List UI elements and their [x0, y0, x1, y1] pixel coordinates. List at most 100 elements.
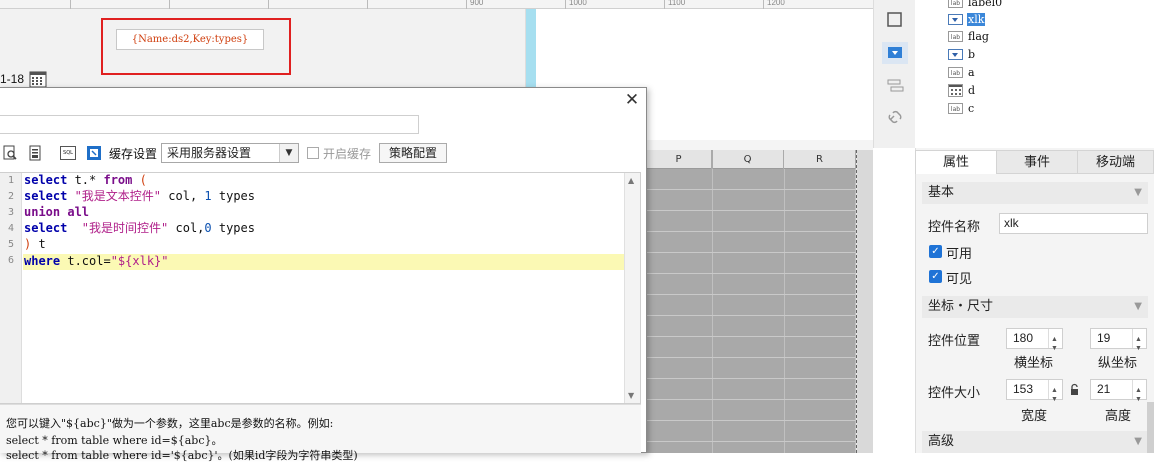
widget-name-input[interactable]: xlk — [999, 213, 1148, 234]
scroll-up-icon[interactable]: ▲ — [628, 176, 634, 185]
close-icon[interactable]: ✕ — [624, 92, 640, 109]
hint-text: 您可以键入"${abc}"做为一个参数，这里abc是参数的名称。例如: — [6, 417, 334, 430]
dropdown-widget-icon — [948, 14, 963, 25]
section-advanced-header[interactable]: 高级 ▼ — [922, 431, 1148, 453]
chevron-down-icon[interactable]: ▼ — [279, 144, 298, 162]
lock-icon[interactable] — [1069, 383, 1080, 396]
tree-item[interactable]: lab a — [948, 64, 976, 81]
tree-item-selected[interactable]: xlk — [948, 11, 986, 28]
dataset-name-input[interactable] — [0, 115, 419, 134]
visible-checkbox[interactable]: ✓ — [929, 270, 942, 283]
label-widget-icon: lab — [948, 67, 963, 78]
tab-mobile[interactable]: 移动端 — [1077, 150, 1154, 174]
strategy-config-button[interactable]: 策略配置 — [379, 143, 447, 163]
ruler-mark: 900 — [470, 0, 484, 7]
y-caption: 纵坐标 — [1098, 356, 1138, 371]
ruler-tick — [565, 0, 566, 9]
tree-item[interactable]: lab flag — [948, 28, 990, 45]
sql-format-icon[interactable]: SQL — [60, 146, 76, 160]
enabled-checkbox[interactable]: ✓ — [929, 245, 942, 258]
cache-setting-select[interactable]: 采用服务器设置 ▼ — [161, 143, 299, 163]
stored-query-icon[interactable] — [86, 145, 102, 161]
x-caption: 横坐标 — [1014, 356, 1054, 371]
frame-tool-icon[interactable] — [882, 9, 908, 31]
stepper-arrows-icon[interactable]: ▲ ▼ — [1132, 380, 1146, 403]
code-line-3[interactable]: union all — [24, 204, 89, 220]
column-header-p[interactable]: P — [646, 150, 712, 169]
sql-editor[interactable] — [0, 172, 641, 404]
stepper-arrows-icon[interactable]: ▲ ▼ — [1048, 329, 1062, 352]
code-line-6[interactable]: where t.col="${xlk}" — [24, 253, 169, 269]
tree-item[interactable]: d — [948, 82, 976, 99]
layer-tool-icon[interactable] — [882, 75, 908, 97]
dropdown-tool-icon[interactable] — [882, 42, 908, 64]
column-header-r[interactable]: R — [784, 150, 856, 169]
param-label-widget[interactable]: {Name:ds2,Key:types} — [116, 29, 264, 50]
line-number: 3 — [7, 207, 14, 218]
chevron-down-icon: ▼ — [1134, 436, 1142, 447]
ruler-mark: 1000 — [569, 0, 587, 7]
code-line-2[interactable]: select "我是文本控件" col, 1 types — [24, 188, 255, 204]
tab-properties[interactable]: 属性 — [915, 150, 997, 174]
editor-scrollbar[interactable]: ▲ ▼ — [624, 173, 640, 403]
line-number: 6 — [7, 255, 14, 266]
dialog-toolbar: SQL — [0, 142, 641, 166]
position-y-stepper[interactable]: 19 ▲ ▼ — [1090, 328, 1147, 352]
cache-setting-label: 缓存设置 — [109, 147, 158, 161]
horizontal-ruler: 900 1000 1100 1200 — [0, 0, 873, 9]
section-basic-header[interactable]: 基本 ▼ — [922, 182, 1148, 204]
ruler-tick — [763, 0, 764, 9]
ruler-tick — [466, 0, 467, 9]
width-stepper[interactable]: 153 ▲ ▼ — [1006, 379, 1063, 403]
ruler-mark: 1100 — [668, 0, 686, 7]
line-number: 4 — [7, 223, 14, 234]
label-widget-icon: lab — [948, 103, 963, 114]
column-header-q[interactable]: Q — [712, 150, 784, 169]
tree-item[interactable]: lab label0 — [948, 0, 1003, 11]
tree-item-label: d — [968, 84, 976, 97]
visible-label: 可见 — [946, 272, 973, 287]
database-icon[interactable] — [27, 145, 43, 161]
sheet-cell-grid[interactable] — [646, 169, 856, 453]
line-number: 1 — [7, 175, 14, 186]
enable-cache-checkbox[interactable] — [307, 147, 319, 159]
sheet-column-header: P Q R — [646, 150, 856, 169]
line-number-gutter: 1 2 3 4 5 6 — [0, 173, 22, 403]
width-value: 153 — [1013, 382, 1034, 396]
sheet-right-margin — [857, 150, 873, 453]
tree-item-label: flag — [968, 30, 989, 43]
tree-item[interactable]: b — [948, 46, 976, 63]
link-icon[interactable] — [882, 106, 908, 128]
code-line-1[interactable]: select t.* from ( — [24, 172, 147, 188]
label-widget-icon: lab — [948, 31, 963, 42]
section-title: 坐标・尺寸 — [928, 299, 994, 314]
tree-item[interactable]: lab c — [948, 100, 975, 117]
tab-events[interactable]: 事件 — [996, 150, 1078, 174]
height-value: 21 — [1097, 382, 1111, 396]
code-line-5[interactable]: ) t — [24, 236, 46, 252]
enable-cache-label: 开启缓存 — [323, 147, 372, 161]
code-line-4[interactable]: select "我是时间控件" col,0 types — [24, 220, 255, 236]
enabled-label: 可用 — [946, 247, 973, 262]
height-stepper[interactable]: 21 ▲ ▼ — [1090, 379, 1147, 403]
date-widget-value[interactable]: 1-18 — [0, 72, 24, 86]
line-number: 2 — [7, 191, 14, 202]
scroll-down-icon[interactable]: ▼ — [628, 391, 634, 400]
stepper-arrows-icon[interactable]: ▲ ▼ — [1132, 329, 1146, 352]
position-x-stepper[interactable]: 180 ▲ ▼ — [1006, 328, 1063, 352]
properties-scrollbar[interactable] — [1147, 402, 1154, 453]
hint-text: select * from table where id=${abc}。 — [6, 434, 223, 447]
chevron-down-icon: ▼ — [1134, 301, 1142, 312]
ruler-mark: 1200 — [767, 0, 785, 7]
preview-icon[interactable] — [2, 145, 18, 161]
stepper-arrows-icon[interactable]: ▲ ▼ — [1048, 380, 1062, 403]
ruler-tick — [70, 0, 71, 9]
properties-tabs: 属性 事件 移动端 — [915, 150, 1154, 174]
widget-tree: lab label0 xlk lab flag b lab a d lab c — [915, 0, 1154, 148]
section-position-header[interactable]: 坐标・尺寸 ▼ — [922, 296, 1148, 318]
tree-item-label: c — [968, 102, 975, 115]
widget-name-label: 控件名称 — [928, 220, 981, 235]
size-label: 控件大小 — [928, 386, 981, 401]
calendar-icon[interactable] — [29, 71, 47, 88]
parameter-hint-panel: 您可以键入"${abc}"做为一个参数，这里abc是参数的名称。例如: sele… — [0, 404, 641, 462]
